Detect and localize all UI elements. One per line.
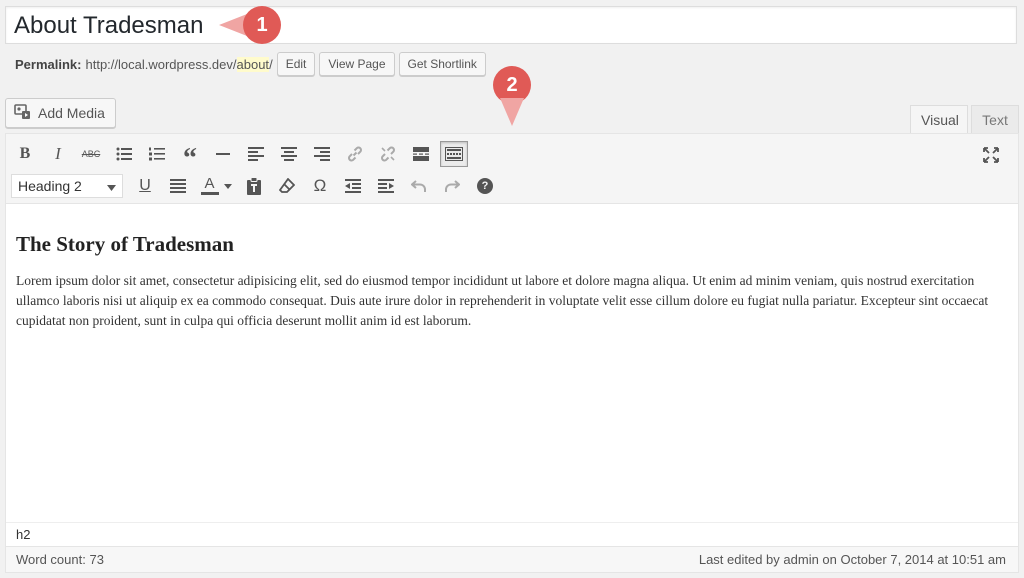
fullscreen-icon[interactable]	[977, 142, 1005, 168]
editor: B I ABC “ Heading 2 U A Ω ? The Story of…	[5, 133, 1019, 573]
toolbar-row-1: B I ABC “	[11, 140, 473, 173]
blockquote-icon[interactable]: “	[176, 141, 204, 173]
toolbar-row-2: Heading 2 U A Ω ?	[11, 172, 504, 200]
tab-text[interactable]: Text	[971, 105, 1019, 134]
add-media-button[interactable]: Add Media	[5, 98, 116, 128]
underline-icon[interactable]: U	[131, 173, 159, 199]
editor-content[interactable]: The Story of Tradesman Lorem ipsum dolor…	[6, 204, 1018, 522]
italic-icon[interactable]: I	[44, 141, 72, 167]
word-count: Word count: 73	[16, 552, 104, 567]
redo-icon[interactable]	[438, 173, 466, 199]
bold-icon[interactable]: B	[11, 141, 39, 167]
align-left-icon[interactable]	[242, 141, 270, 167]
align-right-icon[interactable]	[308, 141, 336, 167]
permalink-base[interactable]: http://local.wordpress.dev/	[85, 57, 236, 72]
clear-formatting-icon[interactable]	[273, 173, 301, 199]
element-path[interactable]: h2	[6, 522, 1018, 546]
text-color-letter: A	[204, 175, 215, 192]
editor-toolbar: B I ABC “ Heading 2 U A Ω ?	[6, 134, 1018, 204]
get-shortlink-button[interactable]: Get Shortlink	[398, 52, 486, 76]
link-icon[interactable]	[341, 141, 369, 167]
special-character-icon[interactable]: Ω	[306, 173, 334, 199]
help-glyph: ?	[477, 178, 493, 194]
permalink-label: Permalink:	[15, 56, 82, 72]
undo-icon[interactable]	[405, 173, 433, 199]
permalink-row: Permalink: http://local.wordpress.dev/ab…	[15, 52, 486, 76]
tab-visual[interactable]: Visual	[910, 105, 968, 134]
last-edited: Last edited by admin on October 7, 2014 …	[698, 552, 1006, 567]
media-icon	[14, 103, 32, 123]
format-select[interactable]: Heading 2	[11, 174, 123, 198]
paste-as-text-icon[interactable]	[240, 173, 268, 199]
view-page-button[interactable]: View Page	[319, 52, 395, 76]
help-icon[interactable]: ?	[471, 173, 499, 199]
indent-icon[interactable]	[372, 173, 400, 199]
unlink-icon[interactable]	[374, 141, 402, 167]
justify-icon[interactable]	[164, 173, 192, 199]
title-box	[5, 6, 1017, 44]
text-color-icon[interactable]: A	[197, 173, 235, 199]
read-more-icon[interactable]	[407, 141, 435, 167]
permalink-slug[interactable]: about	[236, 56, 270, 72]
outdent-icon[interactable]	[339, 173, 367, 199]
callout-arrow-2	[500, 98, 524, 126]
content-paragraph: Lorem ipsum dolor sit amet, consectetur …	[16, 273, 989, 328]
content-heading: The Story of Tradesman	[16, 232, 234, 256]
strikethrough-icon[interactable]: ABC	[77, 141, 105, 167]
edit-permalink-button[interactable]: Edit	[276, 52, 316, 76]
editor-status-bar: Word count: 73 Last edited by admin on O…	[6, 546, 1018, 572]
align-center-icon[interactable]	[275, 141, 303, 167]
bulleted-list-icon[interactable]	[110, 141, 138, 167]
toolbar-toggle-icon[interactable]	[440, 141, 468, 167]
chevron-down-icon	[107, 178, 116, 194]
add-media-label: Add Media	[38, 105, 105, 121]
numbered-list-icon[interactable]	[143, 141, 171, 167]
horizontal-line-icon[interactable]	[209, 141, 237, 167]
format-select-value: Heading 2	[18, 178, 82, 194]
title-input[interactable]	[14, 11, 914, 41]
permalink-trail: /	[269, 56, 273, 72]
callout-badge-1: 1	[243, 6, 281, 44]
